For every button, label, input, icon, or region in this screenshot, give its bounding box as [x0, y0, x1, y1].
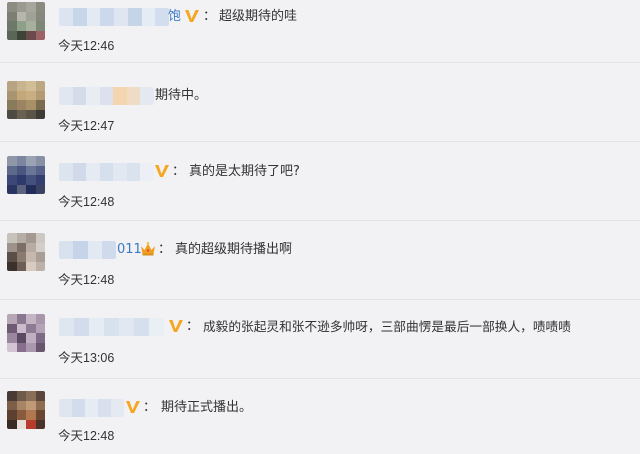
- v-badge-icon: [155, 165, 169, 177]
- avatar[interactable]: [7, 314, 45, 352]
- comment-timestamp[interactable]: 今天12:48: [58, 428, 114, 444]
- username-blurred[interactable]: [59, 163, 154, 181]
- comment-timestamp[interactable]: 今天12:47: [58, 118, 114, 134]
- comment-text: 真的是太期待了吧?: [189, 164, 300, 179]
- comment-separator: ：: [186, 319, 200, 334]
- comment-separator: ：: [158, 242, 172, 257]
- comment-item: 011 ： 真的超级期待播出啊 今天12:48: [0, 221, 640, 299]
- v-badge-icon: [126, 401, 140, 413]
- crown-icon: [141, 241, 155, 256]
- comment-item: ： 期待正式播出。 今天12:48: [0, 379, 640, 454]
- username-blurred[interactable]: [59, 8, 169, 26]
- comment-separator: ：: [203, 9, 217, 24]
- comment-text: 期待正式播出。: [161, 400, 253, 415]
- comment-item: ： 成毅的张起灵和张不逊多帅呀，三部曲愣是最后一部换人，啧啧啧 今天13:06: [0, 300, 640, 378]
- username-blurred[interactable]: [59, 399, 124, 417]
- v-badge-icon: [185, 10, 199, 22]
- comment-list: 饱 ： 超级期待的哇 今天12:46 期待中。 今天12:47 ： 真的是太期待…: [0, 0, 640, 454]
- comment-timestamp[interactable]: 今天12:48: [58, 272, 114, 288]
- comment-timestamp[interactable]: 今天13:06: [58, 350, 114, 366]
- comment-separator: ：: [172, 164, 186, 179]
- comment-separator: ：: [143, 400, 157, 415]
- comment-timestamp[interactable]: 今天12:46: [58, 38, 114, 54]
- avatar[interactable]: [7, 156, 45, 194]
- username-blurred[interactable]: [59, 318, 164, 336]
- username-blurred[interactable]: [59, 241, 116, 259]
- username-suffix[interactable]: 饱: [168, 8, 181, 26]
- username-blurred[interactable]: [59, 87, 154, 105]
- avatar[interactable]: [7, 81, 45, 119]
- comment-text: 成毅的张起灵和张不逊多帅呀，三部曲愣是最后一部换人，啧啧啧: [203, 319, 571, 334]
- comment-timestamp[interactable]: 今天12:48: [58, 194, 114, 210]
- comment-item: ： 真的是太期待了吧? 今天12:48: [0, 142, 640, 220]
- comment-item: 期待中。 今天12:47: [0, 63, 640, 141]
- comment-text: 真的超级期待播出啊: [175, 242, 293, 257]
- avatar[interactable]: [7, 391, 45, 429]
- avatar[interactable]: [7, 233, 45, 271]
- v-badge-icon: [169, 320, 183, 332]
- avatar[interactable]: [7, 2, 45, 40]
- comment-text: 期待中。: [155, 88, 208, 103]
- comment-text: 超级期待的哇: [219, 9, 298, 24]
